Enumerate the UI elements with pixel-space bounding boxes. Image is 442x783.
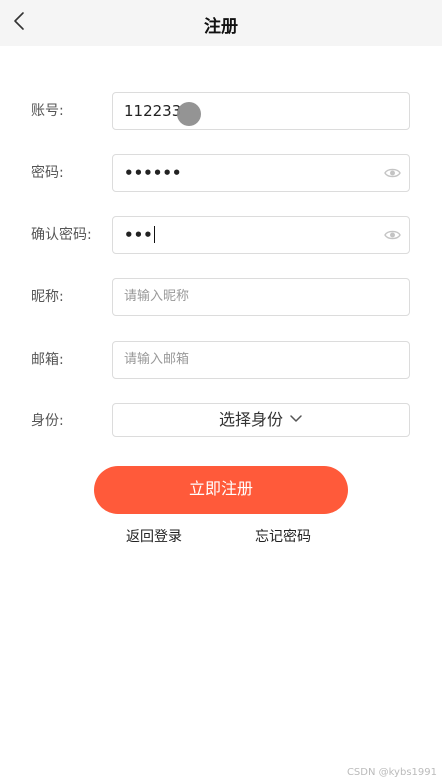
identity-label: 身份: bbox=[31, 413, 64, 429]
register-button[interactable]: 立即注册 bbox=[94, 466, 348, 514]
password-value: •••••• bbox=[124, 164, 182, 182]
eye-icon[interactable] bbox=[384, 228, 401, 242]
password-field[interactable]: •••••• bbox=[112, 154, 410, 192]
page-title: 注册 bbox=[204, 17, 238, 37]
touch-indicator bbox=[177, 102, 201, 126]
confirm-password-row: 确认密码: ••• bbox=[0, 215, 442, 255]
email-placeholder: 请输入邮箱 bbox=[124, 352, 190, 367]
eye-icon[interactable] bbox=[384, 166, 401, 180]
confirm-password-value-wrap: ••• bbox=[124, 217, 155, 253]
confirm-password-field[interactable]: ••• bbox=[112, 216, 410, 254]
password-row: 密码: •••••• bbox=[0, 153, 442, 193]
confirm-password-label: 确认密码: bbox=[31, 227, 92, 243]
nav-bar: 注册 bbox=[0, 0, 442, 46]
identity-selected-text: 选择身份 bbox=[218, 410, 283, 429]
account-label: 账号: bbox=[31, 103, 64, 119]
forgot-password-link[interactable]: 忘记密码 bbox=[255, 526, 311, 546]
nickname-input[interactable]: 请输入昵称 bbox=[112, 278, 410, 316]
watermark: CSDN @kybs1991 bbox=[346, 767, 437, 778]
nickname-placeholder: 请输入昵称 bbox=[124, 289, 190, 304]
chevron-down-icon bbox=[290, 415, 302, 422]
email-label: 邮箱: bbox=[31, 352, 64, 368]
nickname-row: 昵称: 请输入昵称 bbox=[0, 277, 442, 317]
identity-select-display: 选择身份 bbox=[113, 404, 409, 436]
account-value: 112233 bbox=[124, 102, 182, 120]
email-input[interactable]: 请输入邮箱 bbox=[112, 341, 410, 379]
account-row: 账号: 112233 bbox=[0, 91, 442, 131]
text-caret bbox=[153, 226, 155, 243]
back-to-login-link[interactable]: 返回登录 bbox=[126, 526, 182, 546]
identity-select[interactable]: 选择身份 bbox=[112, 403, 410, 437]
account-field[interactable]: 112233 bbox=[112, 92, 410, 130]
confirm-password-value: ••• bbox=[124, 226, 153, 244]
nickname-label: 昵称: bbox=[31, 289, 64, 305]
email-row: 邮箱: 请输入邮箱 bbox=[0, 340, 442, 380]
password-label: 密码: bbox=[31, 165, 64, 181]
